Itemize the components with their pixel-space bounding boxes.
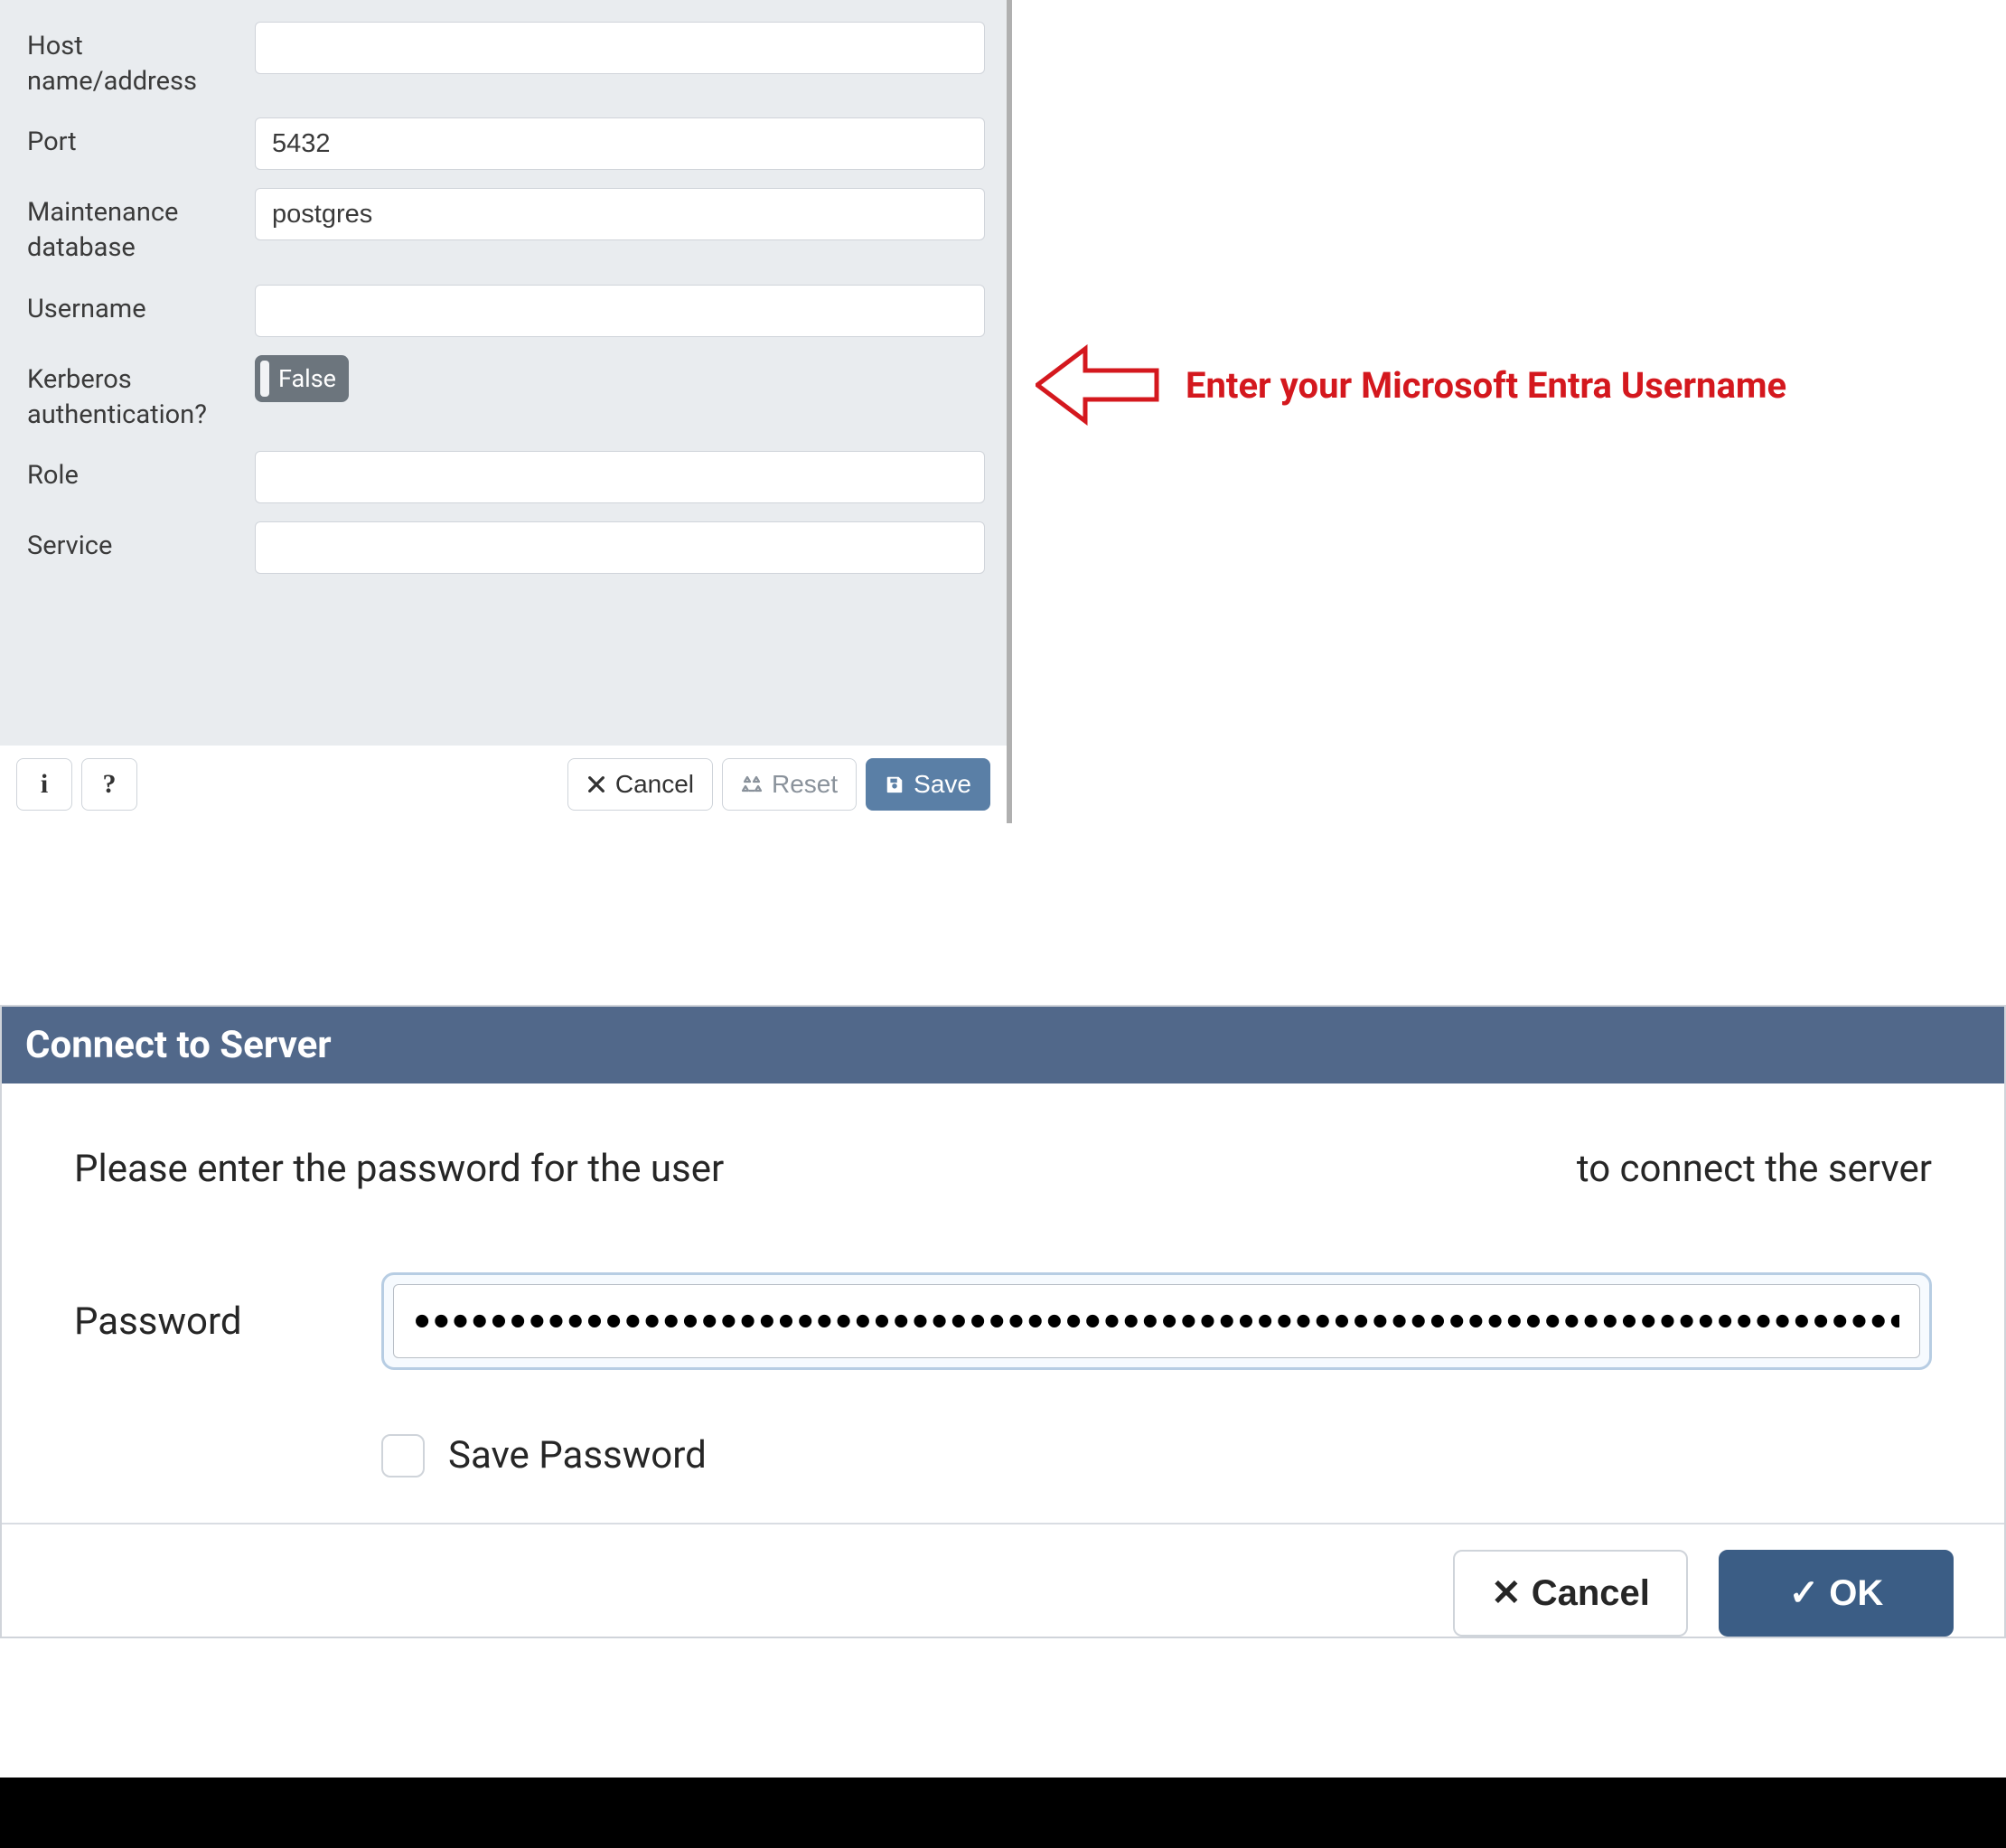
role-input[interactable] — [255, 451, 985, 503]
cancel-label: Cancel — [615, 770, 694, 799]
row-username: Username — [0, 276, 1007, 346]
reset-button[interactable]: Reset — [722, 758, 857, 811]
toggle-handle-icon — [260, 361, 269, 397]
row-maintdb: Maintenance database — [0, 179, 1007, 275]
role-label: Role — [27, 451, 255, 493]
row-save-password: Save Password — [381, 1433, 1932, 1477]
recycle-icon — [741, 774, 763, 795]
config-footer: i ? Cancel Reset Save — [0, 746, 1007, 823]
help-button[interactable]: ? — [81, 758, 137, 811]
username-input[interactable] — [255, 285, 985, 337]
dialog-msg-left: Please enter the password for the user — [74, 1147, 724, 1191]
save-button[interactable]: Save — [866, 758, 990, 811]
kerberos-value: False — [278, 364, 336, 393]
port-input[interactable] — [255, 117, 985, 170]
kerberos-label: Kerberos authentication? — [27, 355, 255, 433]
annotation-text: Enter your Microsoft Entra Username — [1186, 364, 1786, 407]
dialog-msg-right: to connect the server — [1577, 1147, 1932, 1191]
dialog-footer: ✕ Cancel ✓ OK — [2, 1523, 2004, 1637]
cancel-button[interactable]: Cancel — [567, 758, 713, 811]
connection-config-panel: Host name/address Port Maintenance datab… — [0, 0, 1012, 823]
row-password: Password — [74, 1272, 1932, 1370]
dialog-title: Connect to Server — [2, 1007, 2004, 1083]
connect-to-server-dialog: Connect to Server Please enter the passw… — [0, 1005, 2006, 1638]
service-input[interactable] — [255, 521, 985, 574]
arrow-left-icon — [1036, 340, 1162, 430]
annotation-username: Enter your Microsoft Entra Username — [1036, 340, 1786, 430]
service-label: Service — [27, 521, 255, 564]
row-kerberos: Kerberos authentication? False — [0, 346, 1007, 442]
save-label: Save — [914, 770, 971, 799]
close-icon — [586, 774, 606, 794]
password-label: Password — [74, 1299, 381, 1344]
password-input[interactable] — [393, 1284, 1920, 1358]
dialog-ok-button[interactable]: ✓ OK — [1719, 1550, 1954, 1637]
kerberos-toggle[interactable]: False — [255, 355, 349, 402]
crop-bar — [0, 1778, 2006, 1848]
port-label: Port — [27, 117, 255, 160]
save-password-checkbox[interactable] — [381, 1434, 425, 1477]
username-label: Username — [27, 285, 255, 327]
save-icon — [885, 774, 905, 794]
dialog-message: Please enter the password for the user t… — [74, 1147, 1932, 1191]
maintdb-label: Maintenance database — [27, 188, 255, 266]
dialog-cancel-button[interactable]: ✕ Cancel — [1453, 1550, 1688, 1637]
row-service: Service — [0, 512, 1007, 583]
row-port: Port — [0, 108, 1007, 179]
reset-label: Reset — [772, 770, 838, 799]
row-role: Role — [0, 442, 1007, 512]
host-input[interactable] — [255, 22, 985, 74]
save-password-label: Save Password — [448, 1433, 707, 1477]
info-button[interactable]: i — [16, 758, 72, 811]
host-label: Host name/address — [27, 22, 255, 99]
maintdb-input[interactable] — [255, 188, 985, 240]
row-host: Host name/address — [0, 13, 1007, 108]
